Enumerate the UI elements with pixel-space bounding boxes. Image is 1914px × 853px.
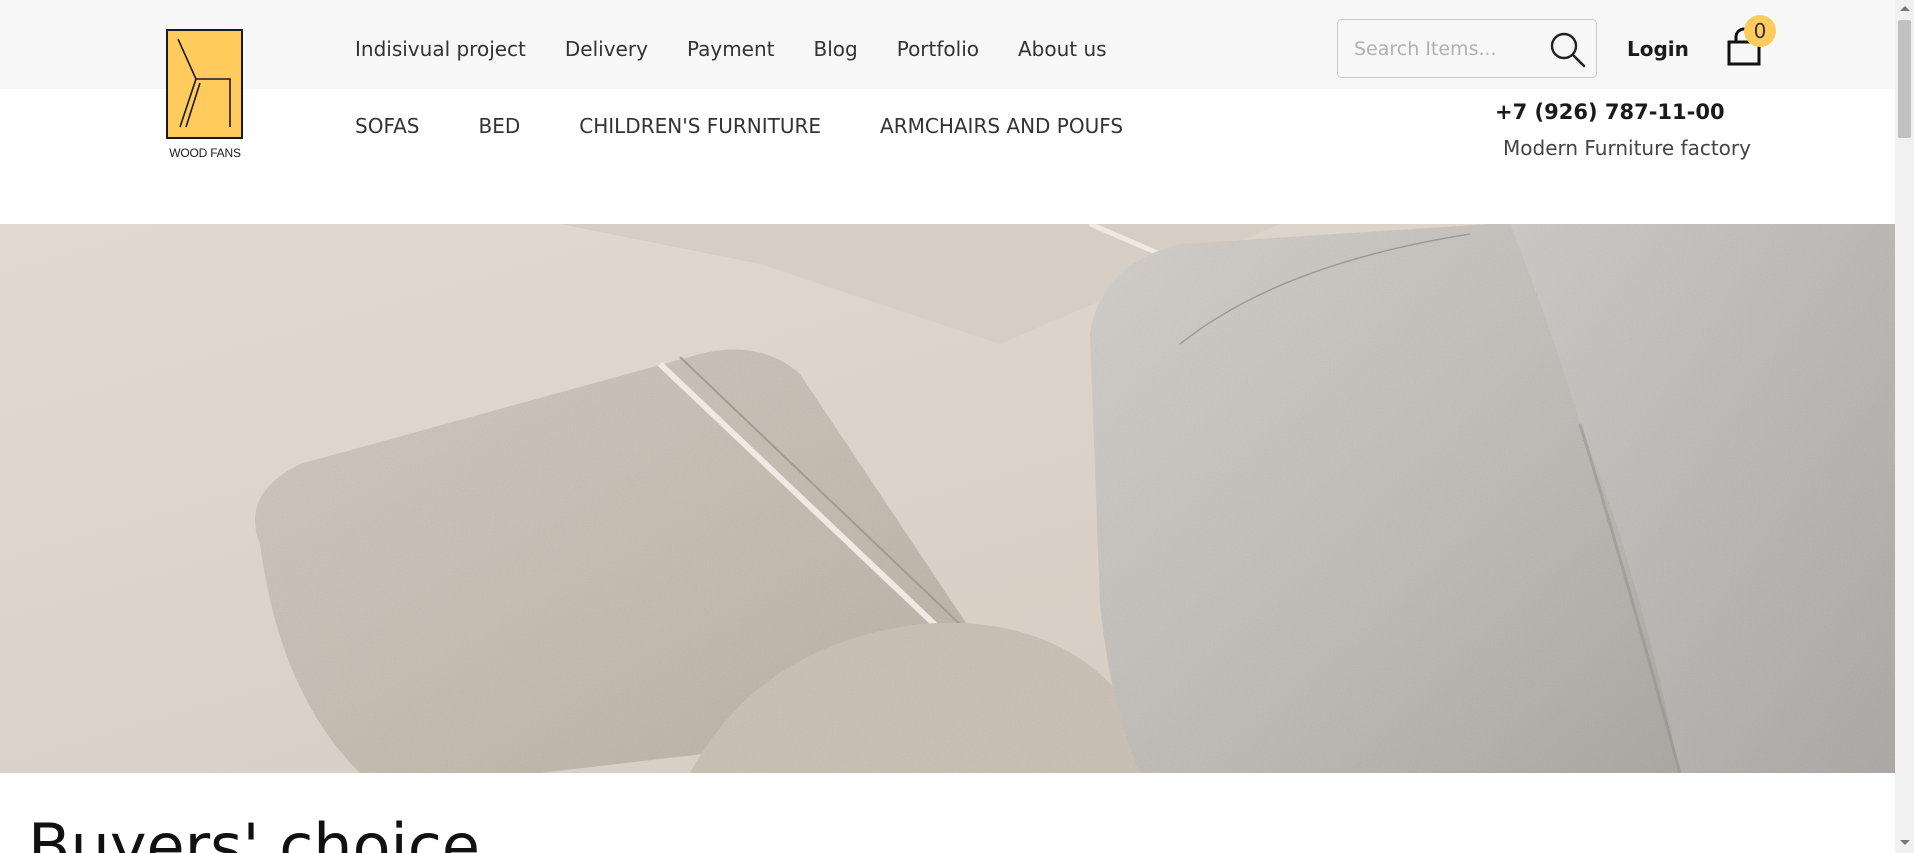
nav-payment[interactable]: Payment bbox=[687, 34, 775, 64]
category-childrens-furniture[interactable]: CHILDREN'S FURNITURE bbox=[579, 111, 821, 141]
search-icon[interactable] bbox=[1549, 31, 1587, 69]
page-scrollbar[interactable] bbox=[1895, 0, 1914, 853]
scroll-up-icon[interactable] bbox=[1900, 6, 1910, 11]
nav-blog[interactable]: Blog bbox=[814, 34, 858, 64]
category-armchairs-and-poufs[interactable]: ARMCHAIRS AND POUFS bbox=[880, 111, 1123, 141]
tagline: Modern Furniture factory bbox=[1503, 136, 1751, 160]
login-link[interactable]: Login bbox=[1627, 34, 1689, 64]
chair-logo-icon bbox=[177, 38, 231, 128]
cart-count-badge: 0 bbox=[1744, 15, 1776, 47]
logo[interactable]: WOOD FANS bbox=[166, 29, 244, 163]
hero-sofa-image bbox=[0, 224, 1895, 773]
scrollbar-thumb[interactable] bbox=[1898, 20, 1911, 138]
nav-portfolio[interactable]: Portfolio bbox=[897, 34, 979, 64]
search-box bbox=[1337, 19, 1597, 78]
top-nav: Indisivual project Delivery Payment Blog… bbox=[355, 34, 1146, 64]
phone-number[interactable]: +7 (926) 787-11-00 bbox=[1495, 97, 1725, 127]
category-sofas[interactable]: SOFAS bbox=[355, 111, 419, 141]
buyers-choice-title: Buyers' choice bbox=[28, 810, 480, 853]
page: WOOD FANS Indisivual project Delivery Pa… bbox=[0, 0, 1895, 853]
logo-text: WOOD FANS bbox=[169, 146, 241, 160]
hero-banner bbox=[0, 224, 1895, 773]
scroll-down-icon[interactable] bbox=[1900, 840, 1910, 845]
nav-delivery[interactable]: Delivery bbox=[565, 34, 648, 64]
logo-mark bbox=[166, 29, 243, 139]
nav-individual-project[interactable]: Indisivual project bbox=[355, 34, 526, 64]
nav-about-us[interactable]: About us bbox=[1018, 34, 1107, 64]
category-nav: SOFAS BED CHILDREN'S FURNITURE ARMCHAIRS… bbox=[355, 111, 1182, 141]
search-input[interactable] bbox=[1352, 33, 1532, 65]
category-bed[interactable]: BED bbox=[478, 111, 520, 141]
